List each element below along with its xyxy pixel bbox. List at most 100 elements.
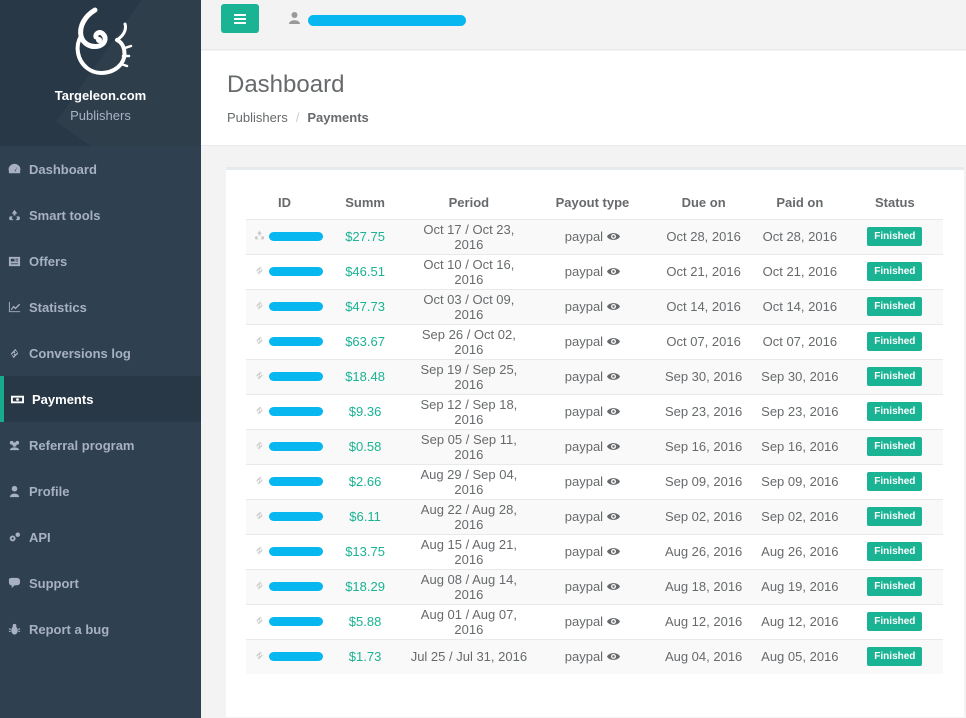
eye-icon[interactable] [607, 477, 621, 486]
sidebar-item-label: API [29, 529, 51, 545]
breadcrumb-separator: / [295, 110, 300, 125]
link-icon [254, 509, 265, 524]
link-icon [254, 369, 265, 384]
user-menu[interactable] [289, 11, 466, 29]
due-on-cell: Sep 02, 2016 [654, 498, 753, 534]
redacted-payment-id[interactable] [269, 337, 323, 346]
eye-icon[interactable] [607, 407, 621, 416]
redacted-payment-id[interactable] [269, 442, 323, 451]
sidebar-item-label: Payments [32, 391, 94, 407]
menu-toggle-button[interactable] [221, 4, 259, 33]
table-row: $46.51 Oct 10 / Oct 16, 2016 paypal Oct 21,… [246, 253, 943, 289]
eye-icon[interactable] [607, 652, 621, 661]
redacted-payment-id[interactable] [269, 267, 323, 276]
redacted-payment-id[interactable] [269, 547, 323, 556]
id-cell [246, 428, 323, 464]
sidebar-item-conversions-log[interactable]: Conversions log [0, 330, 201, 376]
payout-type-cell: paypal [530, 463, 655, 499]
redacted-payment-id[interactable] [269, 302, 323, 311]
sidebar-item-support[interactable]: Support [0, 560, 201, 606]
top-navbar [201, 0, 966, 50]
sidebar-item-label: Offers [29, 253, 68, 269]
redacted-payment-id[interactable] [269, 512, 323, 521]
redacted-payment-id[interactable] [269, 407, 323, 416]
sidebar-item-label: Profile [29, 483, 70, 499]
sidebar-item-report-a-bug[interactable]: Report a bug [0, 606, 201, 652]
redacted-payment-id[interactable] [269, 372, 323, 381]
payout-type-cell: paypal [530, 218, 655, 254]
summ-cell: $1.73 [323, 638, 408, 674]
breadcrumb-publishers[interactable]: Publishers [227, 110, 288, 125]
sidebar-item-payments[interactable]: Payments [0, 376, 201, 422]
summ-cell: $18.29 [323, 568, 408, 604]
eye-icon[interactable] [607, 512, 621, 521]
status-badge: Finished [867, 472, 923, 491]
id-cell [246, 498, 323, 534]
payout-type-cell: paypal [530, 533, 655, 569]
paid-on-cell: Oct 07, 2016 [752, 323, 847, 359]
due-on-cell: Oct 07, 2016 [654, 323, 753, 359]
eye-icon[interactable] [607, 547, 621, 556]
id-cell [246, 568, 323, 604]
paid-on-cell: Sep 09, 2016 [752, 463, 847, 499]
paid-on-cell: Sep 23, 2016 [752, 393, 847, 429]
sidebar: Targeleon.com Publishers Dashboard Smart … [0, 0, 201, 718]
payout-type-label: paypal [564, 509, 604, 524]
eye-icon[interactable] [607, 232, 621, 241]
sidebar-item-statistics[interactable]: Statistics [0, 284, 201, 330]
status-cell: Finished [846, 358, 943, 394]
sidebar-item-label: Referral program [29, 437, 135, 453]
chameleon-logo-icon[interactable] [65, 6, 135, 78]
payout-type-cell: paypal [530, 288, 655, 324]
eye-icon[interactable] [607, 337, 621, 346]
eye-icon[interactable] [607, 372, 621, 381]
cogs-icon [7, 530, 21, 544]
eye-icon[interactable] [607, 582, 621, 591]
link-icon [254, 474, 265, 489]
sidebar-item-label: Conversions log [29, 345, 131, 361]
status-badge: Finished [867, 332, 923, 351]
user-icon [289, 11, 300, 29]
sidebar-item-profile[interactable]: Profile [0, 468, 201, 514]
due-on-cell: Sep 23, 2016 [654, 393, 753, 429]
line-chart-icon [7, 300, 21, 314]
redacted-payment-id[interactable] [269, 617, 323, 626]
period-cell: Jul 25 / Jul 31, 2016 [407, 638, 531, 674]
paid-on-cell: Sep 16, 2016 [752, 428, 847, 464]
eye-icon[interactable] [607, 442, 621, 451]
table-row: $1.73 Jul 25 / Jul 31, 2016 paypal Aug 04, … [246, 638, 943, 674]
status-cell: Finished [846, 568, 943, 604]
sidebar-item-offers[interactable]: Offers [0, 238, 201, 284]
status-cell: Finished [846, 288, 943, 324]
redacted-payment-id[interactable] [269, 232, 323, 241]
link-icon [254, 264, 265, 279]
eye-icon[interactable] [607, 617, 621, 626]
summ-cell: $46.51 [323, 253, 408, 289]
redacted-payment-id[interactable] [269, 652, 323, 662]
link-icon [254, 649, 265, 664]
status-badge: Finished [867, 402, 923, 421]
payout-type-label: paypal [564, 229, 604, 244]
summ-cell: $2.66 [323, 463, 408, 499]
sidebar-item-dashboard[interactable]: Dashboard [0, 146, 201, 192]
status-badge: Finished [867, 507, 923, 526]
sidebar-nav: Dashboard Smart tools Offers Statistics Conv… [0, 146, 201, 652]
eye-icon[interactable] [607, 302, 621, 311]
id-cell [246, 323, 323, 359]
link-icon [254, 299, 265, 314]
sidebar-item-label: Dashboard [29, 161, 97, 177]
sidebar-item-smart-tools[interactable]: Smart tools [0, 192, 201, 238]
paid-on-cell: Aug 05, 2016 [752, 638, 847, 674]
sidebar-item-api[interactable]: API [0, 514, 201, 560]
status-cell: Finished [846, 463, 943, 499]
summ-cell: $13.75 [323, 533, 408, 569]
link-icon [254, 579, 265, 594]
sidebar-item-referral-program[interactable]: Referral program [0, 422, 201, 468]
period-cell: Sep 12 / Sep 18, 2016 [407, 393, 531, 429]
redacted-payment-id[interactable] [269, 477, 323, 486]
redacted-payment-id[interactable] [269, 582, 323, 591]
eye-icon[interactable] [607, 267, 621, 276]
paid-on-cell: Aug 26, 2016 [752, 533, 847, 569]
page-heading: Dashboard Publishers / Payments [201, 51, 966, 146]
payout-type-cell: paypal [530, 393, 655, 429]
